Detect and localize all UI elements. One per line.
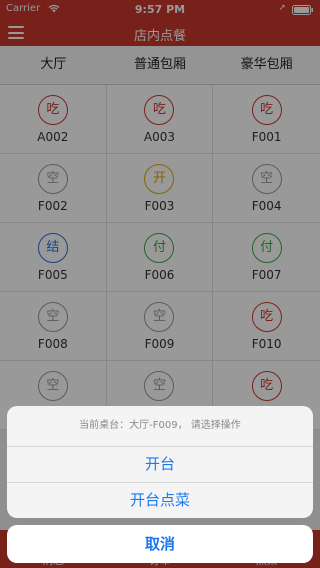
- action-sheet: 当前桌台：大厅-F009， 请选择操作 开台 开台点菜: [7, 406, 313, 518]
- open-table-button[interactable]: 开台: [7, 447, 313, 482]
- open-table-and-order-button[interactable]: 开台点菜: [7, 482, 313, 518]
- cancel-button[interactable]: 取消: [7, 525, 313, 563]
- action-sheet-message: 当前桌台：大厅-F009， 请选择操作: [7, 406, 313, 447]
